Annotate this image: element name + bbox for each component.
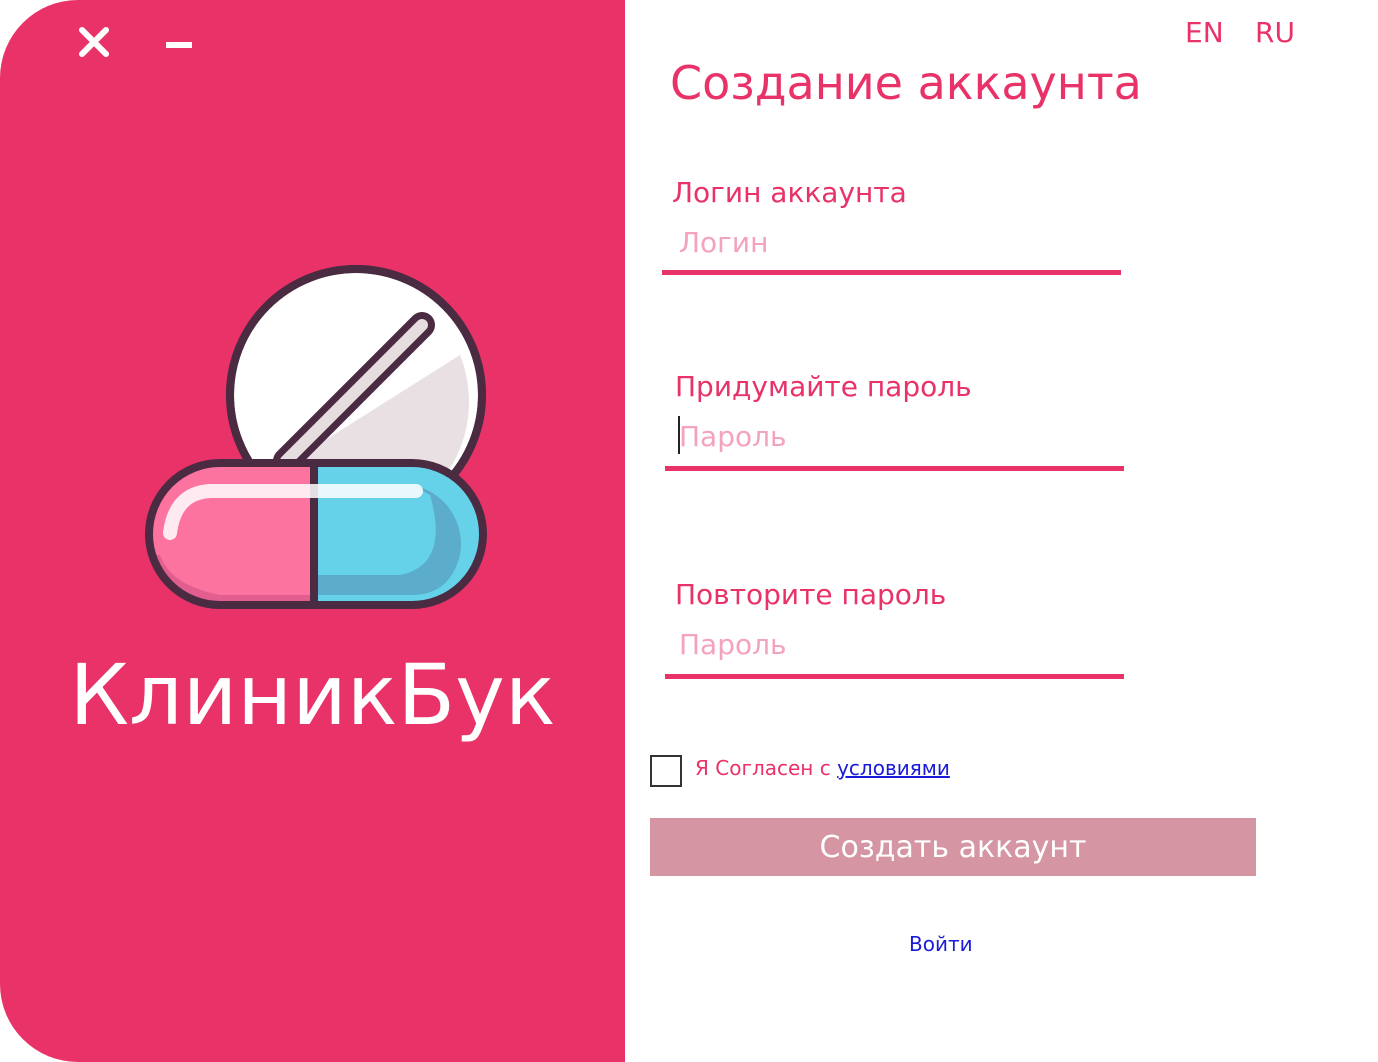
brand-panel: КлиникБук [0,0,625,1062]
terms-link[interactable]: условиями [837,756,950,780]
close-button[interactable] [74,22,114,62]
password-repeat-label: Повторите пароль [675,578,947,611]
signup-panel: EN RU Создание аккаунта Логин аккаунта П… [625,0,1378,1062]
language-ru[interactable]: RU [1255,16,1295,49]
login-label: Логин аккаунта [672,176,907,209]
password-repeat-underline [665,674,1124,679]
login-link[interactable]: Войти [909,932,973,956]
login-input[interactable] [665,222,1119,262]
password-repeat-input[interactable] [665,624,1119,664]
brand-name: КлиникБук [69,646,556,744]
minimize-button[interactable] [160,26,200,62]
login-underline [662,270,1121,275]
password-input[interactable] [665,416,1119,456]
page-title: Создание аккаунта [670,56,1142,110]
terms-checkbox[interactable] [650,755,682,787]
text-caret [678,416,680,454]
pill-capsule-logo [130,255,500,625]
password-underline [665,466,1124,471]
terms-text: Я Согласен с условиями [695,756,950,780]
minimize-icon [166,42,192,48]
app-window: КлиникБук EN RU Создание аккаунта Логин … [0,0,1378,1062]
close-icon [79,27,109,57]
password-label: Придумайте пароль [675,370,972,403]
terms-label: Я Согласен с [695,756,838,780]
language-en[interactable]: EN [1185,16,1224,49]
create-account-button[interactable]: Создать аккаунт [650,818,1256,876]
